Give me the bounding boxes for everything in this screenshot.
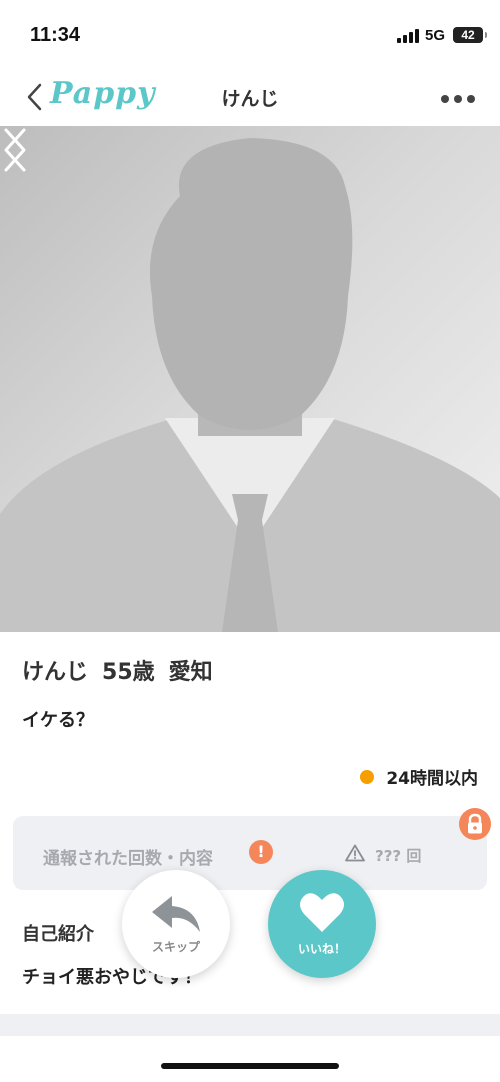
profile-tagline: イケる？ (22, 710, 94, 731)
next-photo-icon[interactable] (0, 126, 30, 174)
profile-age: 55歳 (102, 660, 155, 685)
page-title: けんじ (221, 88, 279, 110)
skip-label: スキップ (151, 940, 200, 954)
like-button[interactable]: いいね！ (268, 870, 376, 978)
lock-icon[interactable] (459, 808, 491, 840)
report-box[interactable]: 通報された回数・内容 ! ??? 回 (13, 816, 487, 890)
home-indicator[interactable] (161, 1063, 339, 1069)
more-horizontal-icon[interactable] (440, 94, 476, 104)
battery-level: 42 (461, 28, 475, 42)
profile-location: 愛知 (168, 660, 213, 685)
avatar-silhouette (0, 138, 500, 632)
intro-title: 自己紹介 (22, 924, 94, 945)
status-bar: 11:34 5G 42 (0, 0, 500, 70)
exclamation-icon: ! (249, 840, 273, 864)
warning-icon (345, 844, 365, 862)
nav-bar: Pappy けんじ (0, 70, 500, 126)
network-type: 5G (425, 27, 446, 44)
battery-icon: 42 (453, 27, 487, 43)
heart-icon (300, 893, 344, 932)
profile-name: けんじ (22, 660, 89, 685)
profile-photo[interactable] (0, 126, 500, 632)
skip-button[interactable]: スキップ (122, 870, 230, 978)
online-dot-icon (360, 770, 375, 784)
status-time: 11:34 (30, 24, 81, 46)
online-status: 24時間以内 (360, 764, 478, 789)
profile-name-line: けんじ 55歳 愛知 (22, 654, 227, 686)
reply-arrow-icon (152, 896, 200, 932)
section-divider (0, 1014, 500, 1036)
report-count: ??? 回 (375, 847, 422, 865)
cellular-signal-icon (397, 27, 421, 43)
online-status-text: 24時間以内 (386, 769, 478, 789)
like-label: いいね！ (297, 942, 346, 956)
report-label: 通報された回数・内容 (43, 849, 213, 869)
